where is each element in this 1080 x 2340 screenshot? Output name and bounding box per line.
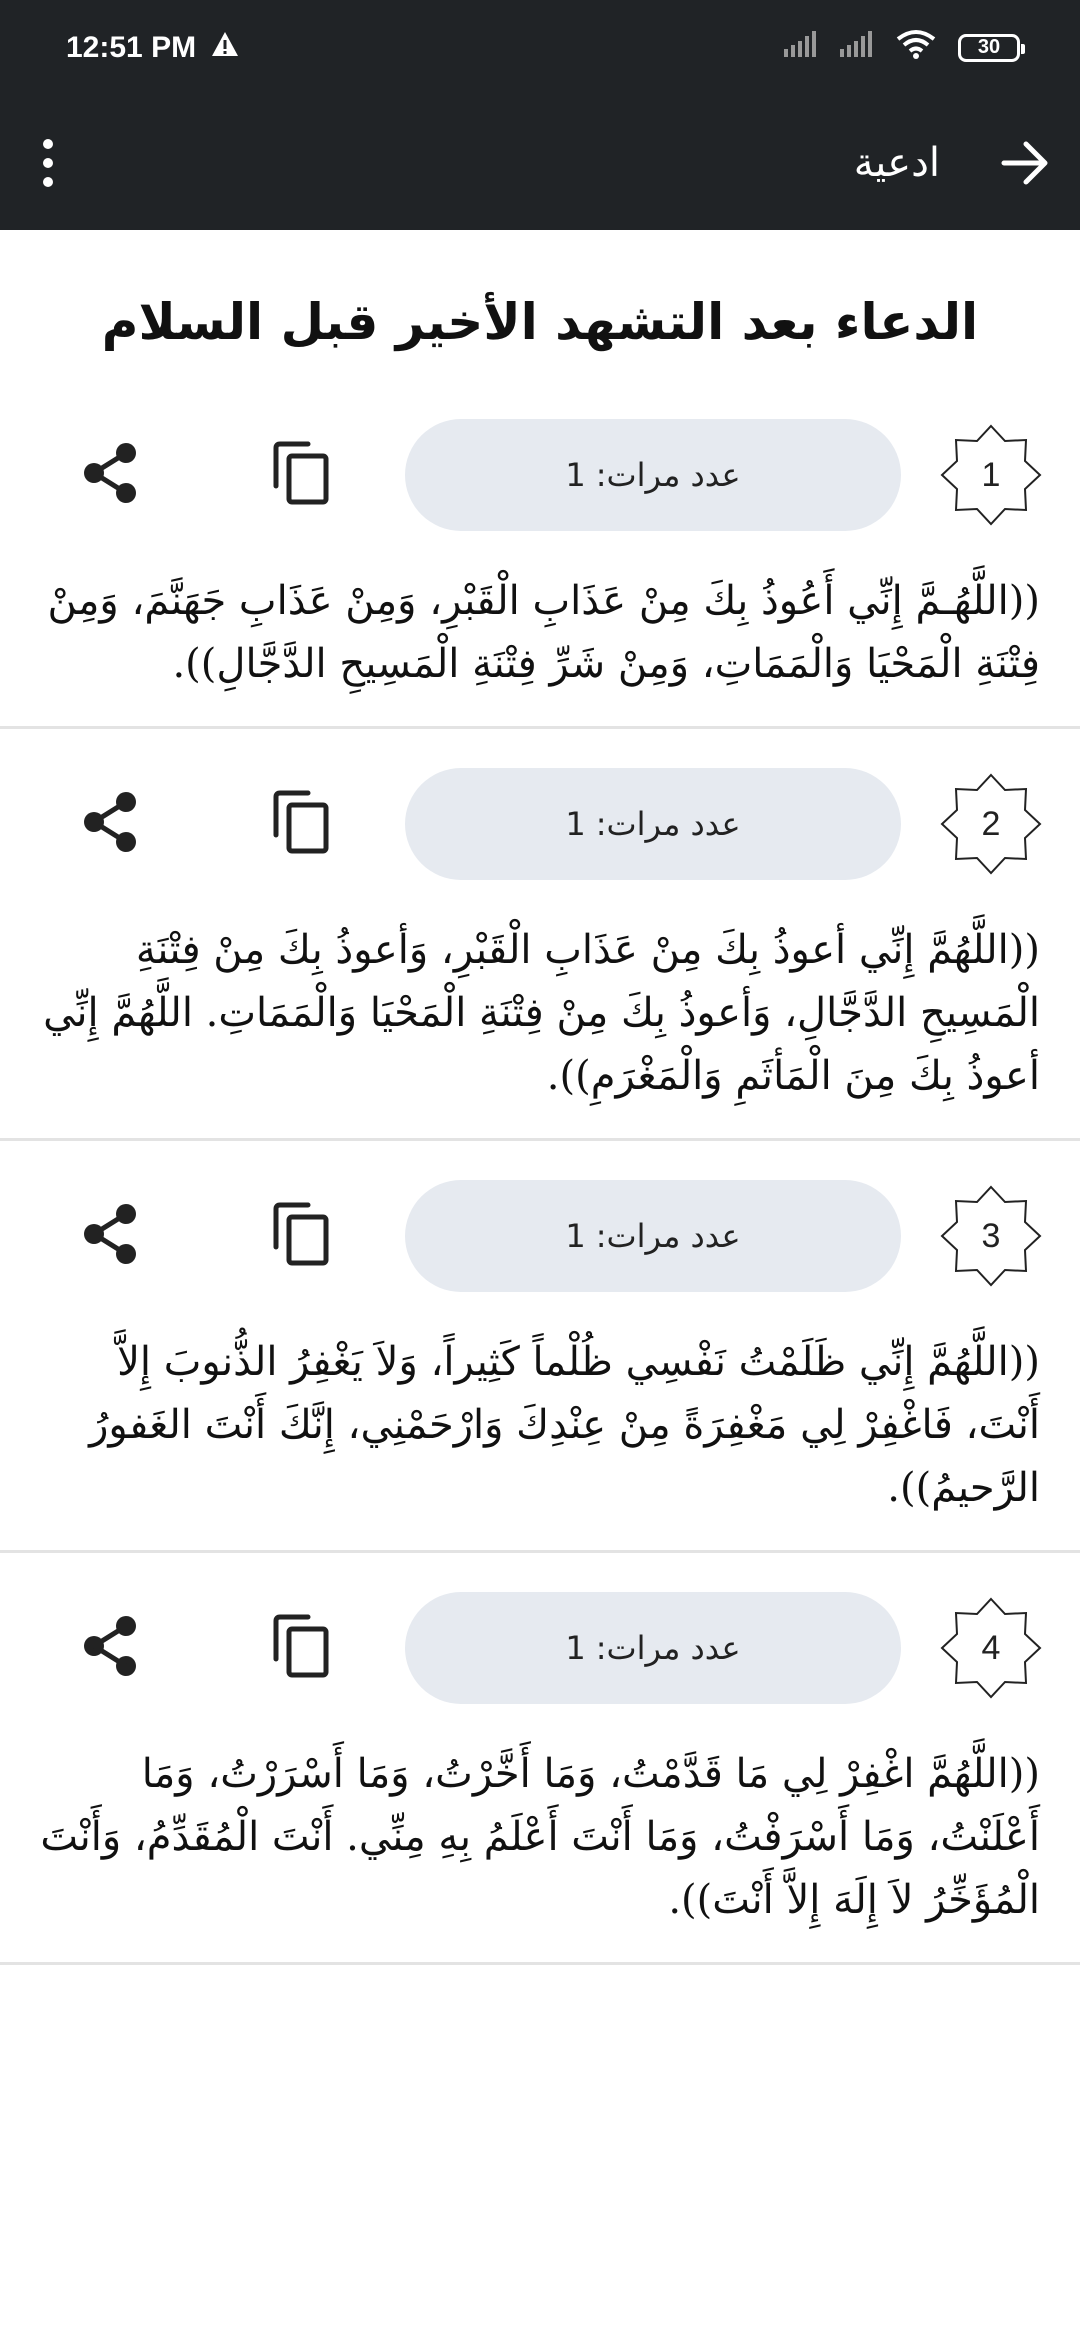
dua-item: عدد مرات: 1 3 ((اللَّهُمَّ إِنِّي ظَلَمْ… — [0, 1141, 1080, 1553]
signal-icon-2 — [840, 30, 874, 65]
warning-icon — [210, 30, 240, 66]
share-icon — [84, 1204, 136, 1264]
arrow-back-icon — [1001, 141, 1048, 184]
copy-icon — [273, 1614, 329, 1678]
repeat-count-value: 1 — [565, 456, 586, 494]
item-number-badge: 4 — [938, 1595, 1044, 1701]
more-options-button[interactable] — [40, 138, 56, 188]
status-left: 12:51 PM — [66, 30, 240, 66]
app-bar: ادعية — [0, 95, 1080, 230]
status-right: 30 — [784, 29, 1025, 67]
repeat-count-label: عدد مرات: — [595, 1217, 741, 1255]
item-number-badge: 3 — [938, 1183, 1044, 1289]
item-number: 3 — [981, 1216, 1001, 1255]
item-number-badge: 2 — [938, 771, 1044, 877]
repeat-count-pill: عدد مرات: 1 — [405, 1592, 901, 1704]
copy-icon — [273, 441, 329, 505]
copy-button[interactable] — [270, 1201, 332, 1271]
share-button[interactable] — [80, 791, 140, 857]
dua-item: عدد مرات: 1 2 ((اللَّهُمَّ إِنِّي أعوذُ … — [0, 729, 1080, 1141]
copy-icon — [273, 790, 329, 854]
repeat-count-value: 1 — [565, 1217, 586, 1255]
repeat-count-label: عدد مرات: — [595, 456, 741, 494]
dua-text: ((اللَّهُمَّ إِنِّي أعوذُ بِكَ مِنْ عَذَ… — [43, 927, 1040, 1099]
repeat-count-pill: عدد مرات: 1 — [405, 419, 901, 531]
status-time: 12:51 PM — [66, 30, 197, 64]
dua-item: عدد مرات: 1 1 ((اللَّهُـمَّ إِنِّي أَعُو… — [0, 380, 1080, 729]
battery-level: 30 — [977, 36, 1001, 58]
repeat-count-pill: عدد مرات: 1 — [405, 1180, 901, 1292]
repeat-count-value: 1 — [565, 805, 586, 843]
battery-icon: 30 — [958, 33, 1025, 62]
dua-item-header: عدد مرات: 1 1 — [0, 380, 1080, 570]
share-icon — [84, 792, 136, 852]
share-button[interactable] — [80, 442, 140, 508]
copy-button[interactable] — [270, 789, 332, 859]
dua-text: ((اللَّهُمَّ إِنِّي ظَلَمْتُ نَفْسِي ظُل… — [89, 1339, 1040, 1511]
app-title: ادعية — [853, 139, 940, 186]
copy-icon — [273, 1202, 329, 1266]
copy-button[interactable] — [270, 1613, 332, 1683]
dua-text: ((اللَّهُـمَّ إِنِّي أَعُوذُ بِكَ مِنْ ع… — [47, 578, 1040, 687]
repeat-count-value: 1 — [565, 1629, 586, 1667]
share-icon — [84, 1616, 136, 1676]
item-number-badge: 1 — [938, 422, 1044, 528]
item-number: 2 — [981, 804, 1001, 843]
share-button[interactable] — [80, 1203, 140, 1269]
dua-item-header: عدد مرات: 1 4 — [0, 1553, 1080, 1743]
back-button[interactable] — [1000, 140, 1050, 186]
signal-icon — [784, 30, 818, 65]
item-number: 1 — [981, 455, 1001, 494]
dua-text: ((اللَّهُمَّ اغْفِرْ لِي مَا قَدَّمْتُ، … — [40, 1751, 1040, 1923]
repeat-count-label: عدد مرات: — [595, 805, 741, 843]
wifi-icon — [896, 29, 936, 67]
repeat-count-label: عدد مرات: — [595, 1629, 741, 1667]
dua-item: عدد مرات: 1 4 ((اللَّهُمَّ اغْفِرْ لِي م… — [0, 1553, 1080, 1965]
dua-list: عدد مرات: 1 1 ((اللَّهُـمَّ إِنِّي أَعُو… — [0, 380, 1080, 1965]
dua-item-header: عدد مرات: 1 3 — [0, 1141, 1080, 1331]
share-icon — [84, 443, 136, 503]
repeat-count-pill: عدد مرات: 1 — [405, 768, 901, 880]
dua-item-header: عدد مرات: 1 2 — [0, 729, 1080, 919]
item-number: 4 — [981, 1628, 1001, 1667]
status-bar: 12:51 PM 30 — [0, 0, 1080, 95]
copy-button[interactable] — [270, 440, 332, 510]
share-button[interactable] — [80, 1615, 140, 1681]
page-title: الدعاء بعد التشهد الأخير قبل السلام — [101, 293, 979, 351]
more-vert-icon — [43, 138, 53, 187]
